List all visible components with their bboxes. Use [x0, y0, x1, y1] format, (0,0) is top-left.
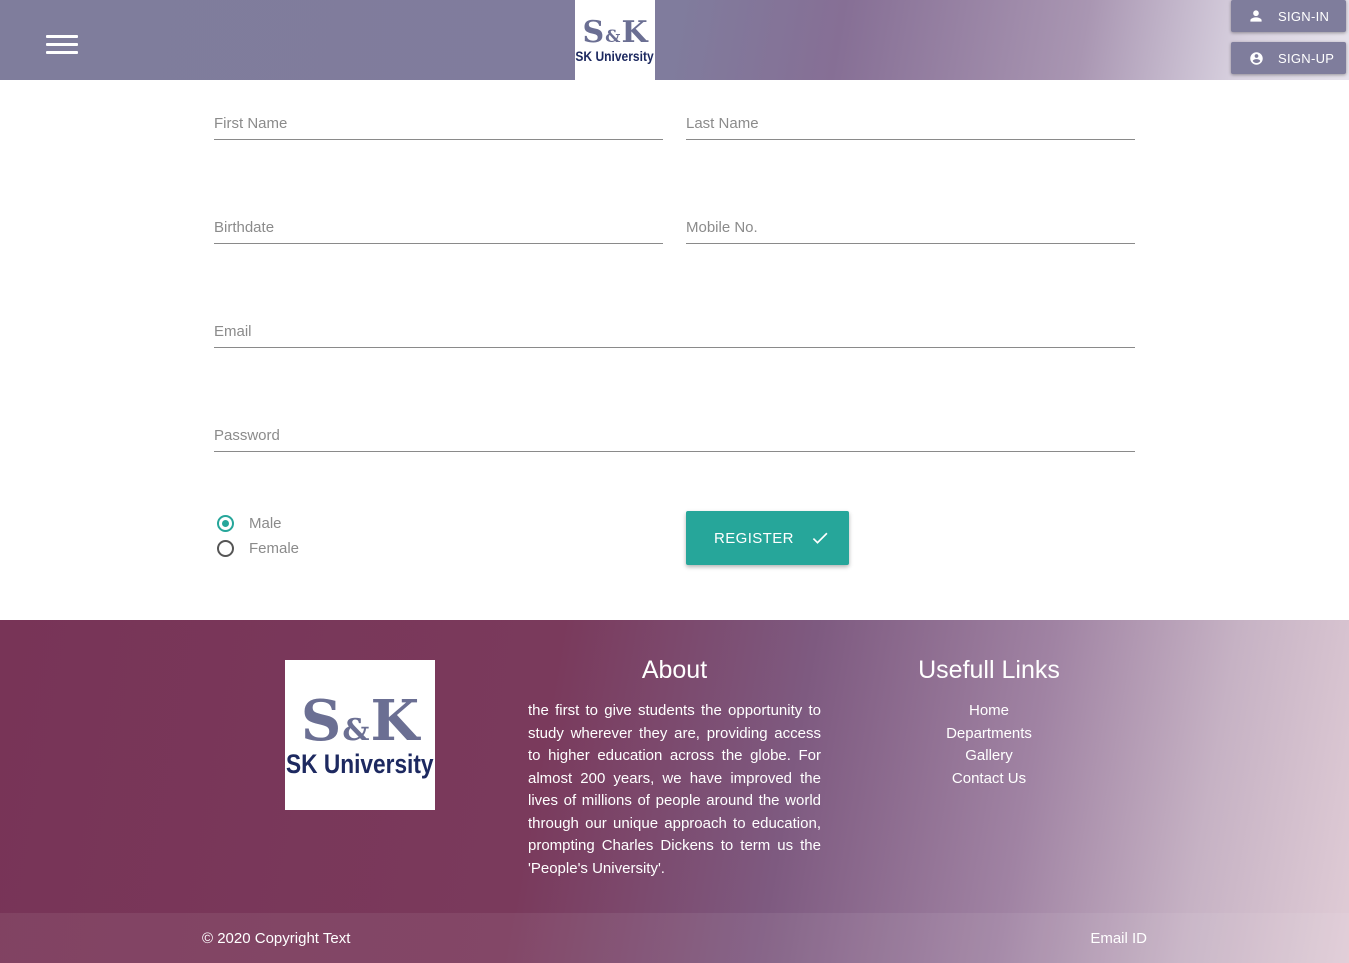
copyright-text: © 2020 Copyright Text	[202, 930, 351, 947]
sign-in-button[interactable]: SIGN-IN	[1231, 0, 1346, 32]
hamburger-line	[46, 43, 78, 46]
mobile-field	[686, 204, 1135, 244]
register-label: REGISTER	[714, 529, 794, 547]
logo-letter-k: K	[621, 14, 648, 50]
gender-female-label: Female	[249, 540, 300, 557]
mobile-input[interactable]	[686, 204, 1135, 243]
useful-links-list: Home Departments Gallery Contact Us	[880, 700, 1098, 790]
logo-university-name: SK University	[575, 47, 655, 64]
footer-logo: S & K SK University	[285, 660, 435, 810]
footer-logo-ampersand: &	[342, 712, 370, 748]
hamburger-line	[46, 51, 78, 54]
sign-in-label: SIGN-IN	[1278, 8, 1330, 24]
gender-radio-male[interactable]: Male	[217, 515, 282, 532]
last-name-field	[686, 100, 1135, 140]
password-field	[214, 412, 1135, 452]
header-logo[interactable]: S & K SK University	[575, 0, 655, 80]
footer-logo-university-name: SK University	[286, 748, 434, 779]
top-header: S & K SK University SIGN-IN SIGN-UP	[0, 0, 1349, 80]
footer-logo-letter-s: S	[300, 687, 342, 754]
email-id-link[interactable]: Email ID	[1090, 930, 1147, 947]
logo-content: S & K SK University	[575, 2, 655, 78]
sign-up-label: SIGN-UP	[1278, 50, 1335, 66]
logo-letter-s: S	[582, 14, 605, 50]
logo-ampersand: &	[605, 26, 621, 47]
sign-up-button[interactable]: SIGN-UP	[1231, 42, 1346, 74]
birthdate-field	[214, 204, 663, 244]
logo-monogram: S & K	[582, 14, 648, 50]
footer-link-departments[interactable]: Departments	[880, 723, 1098, 746]
radio-checked-icon[interactable]	[217, 515, 234, 532]
footer-link-home[interactable]: Home	[880, 700, 1098, 723]
useful-links-heading: Usefull Links	[918, 656, 1060, 684]
page-footer: S & K SK University About the first to g…	[0, 620, 1349, 963]
copyright-bar: © 2020 Copyright Text Email ID	[0, 913, 1349, 963]
register-button[interactable]: REGISTER	[686, 511, 849, 565]
footer-logo-letter-k: K	[370, 687, 420, 754]
last-name-input[interactable]	[686, 100, 1135, 139]
about-heading: About	[641, 656, 708, 684]
account-circle-icon	[1247, 49, 1265, 67]
first-name-input[interactable]	[214, 100, 663, 139]
email-field	[214, 308, 1135, 348]
footer-link-contact-us[interactable]: Contact Us	[880, 768, 1098, 791]
about-paragraph: the first to give students the opportuni…	[528, 702, 821, 877]
email-input[interactable]	[214, 308, 1135, 347]
password-input[interactable]	[214, 412, 1135, 451]
person-icon	[1247, 7, 1265, 25]
check-icon	[810, 528, 830, 548]
hamburger-menu-icon[interactable]	[46, 35, 78, 57]
hamburger-line	[46, 35, 78, 38]
radio-unchecked-icon[interactable]	[217, 540, 234, 557]
gender-radio-female[interactable]: Female	[217, 540, 299, 557]
footer-link-gallery[interactable]: Gallery	[880, 745, 1098, 768]
birthdate-input[interactable]	[214, 204, 663, 243]
footer-logo-monogram: S & K	[301, 693, 419, 749]
first-name-field	[214, 100, 663, 140]
gender-male-label: Male	[249, 515, 282, 532]
